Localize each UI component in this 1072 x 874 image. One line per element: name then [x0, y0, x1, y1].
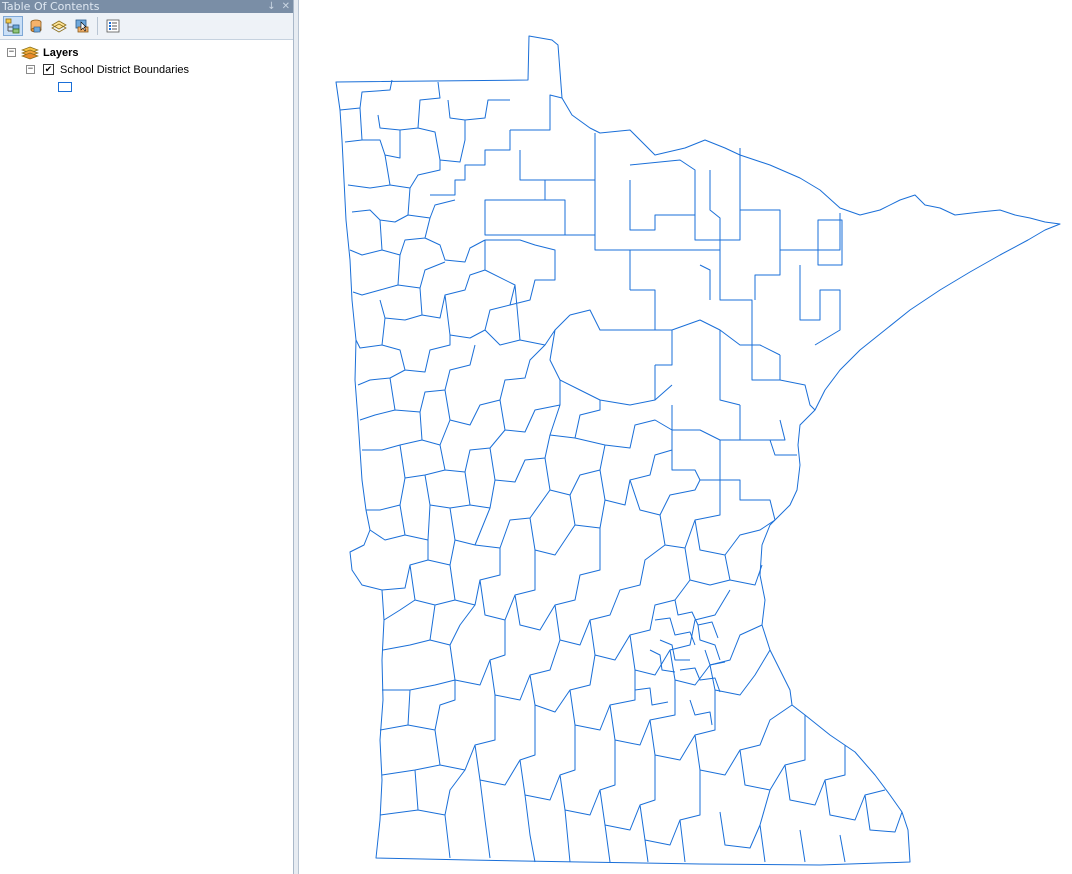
tree-row-layers[interactable]: − Layers: [0, 44, 293, 61]
list-by-drawing-order-button[interactable]: [3, 16, 23, 36]
district-boundaries-metro: [634, 599, 726, 726]
map-boundaries: [335, 35, 1061, 866]
school-district-boundaries-map: [335, 35, 1061, 866]
options-icon: [106, 19, 120, 33]
tree-row-school-district-boundaries[interactable]: − ✔ School District Boundaries: [0, 61, 293, 78]
toc-title: Table Of Contents: [2, 0, 100, 13]
toc-title-bar: Table Of Contents ↓ ✕: [0, 0, 293, 13]
toolbar-separator: [97, 17, 98, 35]
list-by-selection-button[interactable]: [72, 16, 92, 36]
map-view[interactable]: [300, 0, 1072, 874]
table-of-contents-pane: Table Of Contents ↓ ✕ − Layers − ✔ Schoo…: [0, 0, 294, 874]
pane-splitter[interactable]: [294, 0, 299, 874]
district-boundaries-west: [339, 79, 776, 586]
polygon-symbol-swatch[interactable]: [58, 81, 72, 92]
collapse-layer-icon[interactable]: −: [26, 65, 35, 74]
toc-toolbar: [0, 13, 293, 40]
checkmark-icon: ✔: [44, 64, 53, 74]
arcmap-window: Table Of Contents ↓ ✕ − Layers − ✔ Schoo…: [0, 0, 1072, 874]
tree-row-symbol[interactable]: [0, 78, 293, 95]
layers-icon: [21, 46, 39, 59]
district-boundaries-south: [379, 528, 903, 863]
district-boundaries-north: [430, 94, 843, 521]
close-icon[interactable]: ✕: [282, 0, 290, 13]
layer-visibility-checkbox[interactable]: ✔: [43, 64, 54, 75]
list-by-selection-icon: [75, 19, 89, 33]
layers-label: Layers: [43, 46, 79, 59]
list-by-visibility-button[interactable]: [49, 16, 69, 36]
list-by-source-button[interactable]: [26, 16, 46, 36]
layer-tree: − Layers − ✔ School District Boundaries: [0, 40, 293, 95]
list-by-drawing-order-icon: [5, 18, 20, 34]
options-button[interactable]: [103, 16, 123, 36]
list-by-visibility-icon: [51, 20, 67, 33]
pin-icon[interactable]: ↓: [267, 0, 275, 13]
layer-label: School District Boundaries: [60, 63, 190, 76]
list-by-source-icon: [30, 19, 42, 33]
collapse-layers-icon[interactable]: −: [7, 48, 16, 57]
